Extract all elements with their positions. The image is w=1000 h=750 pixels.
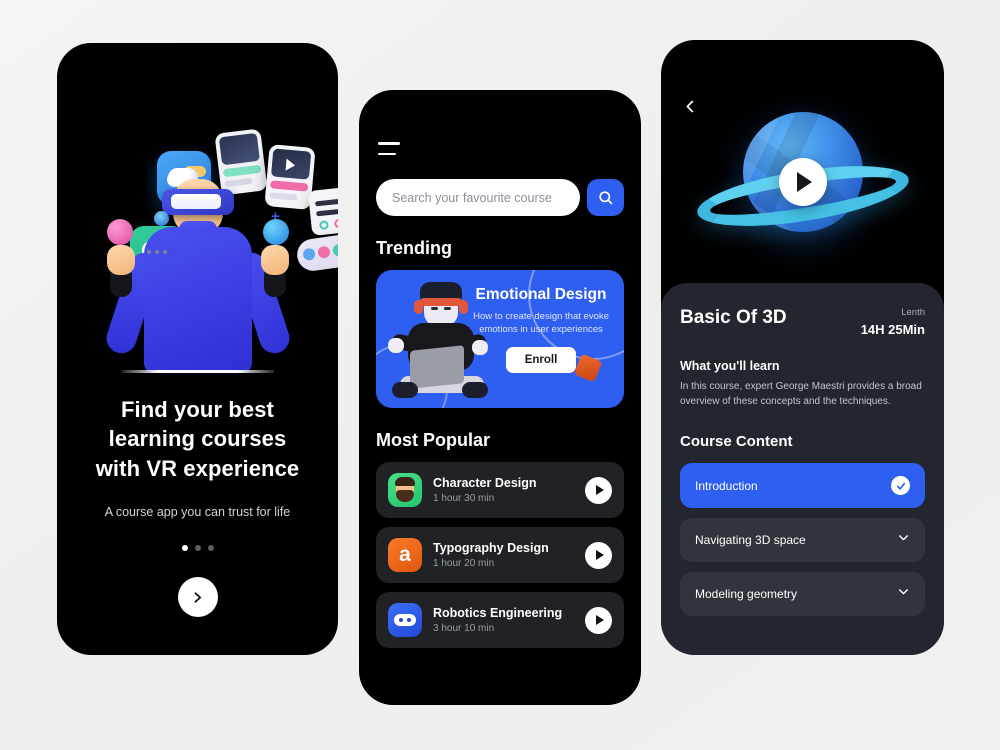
chevron-down-icon bbox=[897, 585, 910, 603]
vr-person-illustration bbox=[78, 173, 318, 373]
vr-headset-side bbox=[153, 211, 169, 226]
phone-home: Trending Emotional Design How to create … bbox=[359, 90, 641, 705]
course-duration: 3 hour 10 min bbox=[433, 623, 495, 634]
controller-ball-left-icon bbox=[106, 219, 133, 245]
vr-illustration: + + + bbox=[57, 43, 338, 373]
length-value: 14H 25Min bbox=[860, 322, 925, 337]
course-duration: 1 hour 30 min bbox=[433, 493, 495, 504]
lesson-item-modeling-geometry[interactable]: Modeling geometry bbox=[680, 572, 925, 616]
enroll-button[interactable]: Enroll bbox=[505, 346, 577, 373]
chevron-right-icon bbox=[194, 592, 202, 603]
search-button[interactable] bbox=[587, 179, 624, 216]
play-icon bbox=[595, 615, 604, 625]
course-media[interactable] bbox=[661, 40, 944, 280]
check-circle-icon bbox=[891, 476, 910, 495]
chevron-down-icon bbox=[897, 531, 910, 549]
lesson-label: Modeling geometry bbox=[695, 587, 798, 601]
hand-right bbox=[260, 245, 289, 275]
play-icon bbox=[797, 172, 812, 192]
course-title: Typography Design bbox=[433, 541, 549, 555]
most-popular-list: Character Design 1 hour 30 min Typograph… bbox=[376, 462, 624, 648]
most-popular-heading: Most Popular bbox=[376, 430, 491, 450]
menu-icon[interactable] bbox=[378, 142, 400, 155]
search-input-wrap[interactable] bbox=[376, 179, 580, 216]
list-item[interactable]: Character Design 1 hour 30 min bbox=[376, 462, 624, 518]
course-title: Character Design bbox=[433, 476, 537, 490]
lesson-item-navigating-3d-space[interactable]: Navigating 3D space bbox=[680, 518, 925, 562]
learn-description: In this course, expert George Maestri pr… bbox=[680, 381, 922, 407]
trending-card-title: Emotional Design bbox=[475, 286, 607, 303]
back-button[interactable] bbox=[680, 96, 700, 116]
play-button[interactable] bbox=[585, 606, 612, 634]
search-row bbox=[376, 179, 624, 216]
vr-headset-icon bbox=[161, 189, 234, 215]
search-icon bbox=[599, 191, 613, 205]
lesson-label: Navigating 3D space bbox=[695, 533, 806, 547]
list-item[interactable]: Typography Design 1 hour 20 min bbox=[376, 527, 624, 583]
list-item[interactable]: Robotics Engineering 3 hour 10 min bbox=[376, 592, 624, 648]
title-line-3: with VR experience bbox=[95, 455, 300, 481]
next-button[interactable] bbox=[177, 577, 218, 618]
course-title: Robotics Engineering bbox=[433, 606, 563, 620]
title-line-1: Find your best bbox=[121, 397, 274, 422]
phone-onboarding: + + + Find your best learn bbox=[57, 43, 338, 655]
course-title: Basic Of 3D bbox=[680, 307, 787, 328]
chevron-left-icon bbox=[686, 100, 693, 112]
pagination-dot-2[interactable] bbox=[194, 545, 201, 552]
trending-card-description: How to create design that evoke emotions… bbox=[473, 311, 609, 336]
search-input[interactable] bbox=[392, 190, 564, 205]
course-duration: 1 hour 20 min bbox=[433, 558, 495, 569]
pagination-dots[interactable] bbox=[57, 545, 338, 552]
play-icon bbox=[595, 485, 604, 495]
play-button[interactable] bbox=[585, 476, 612, 504]
divider-line bbox=[121, 370, 274, 373]
lesson-item-introduction[interactable]: Introduction bbox=[680, 463, 925, 508]
torso bbox=[143, 227, 252, 373]
play-icon bbox=[595, 550, 604, 560]
learn-heading: What you'll learn bbox=[680, 359, 780, 373]
lesson-list: Introduction Navigating 3D space Modelin… bbox=[680, 463, 925, 616]
pagination-dot-3[interactable] bbox=[207, 545, 214, 552]
play-button[interactable] bbox=[585, 541, 612, 569]
robot-icon bbox=[388, 603, 422, 637]
avatar-icon bbox=[388, 473, 422, 507]
length-label: Lenth bbox=[901, 307, 925, 318]
trending-heading: Trending bbox=[376, 238, 452, 258]
title-line-2: learning courses bbox=[108, 426, 287, 452]
course-detail-card: Basic Of 3D Lenth 14H 25Min What you'll … bbox=[661, 283, 944, 655]
lesson-label: Introduction bbox=[695, 478, 758, 493]
hand-left bbox=[106, 245, 135, 275]
typography-icon bbox=[388, 538, 422, 572]
pagination-dot-1[interactable] bbox=[181, 545, 188, 552]
phone-course-detail: Basic Of 3D Lenth 14H 25Min What you'll … bbox=[661, 40, 944, 655]
controller-ball-right-icon bbox=[262, 219, 289, 245]
onboarding-title: Find your best learning courses with VR … bbox=[57, 395, 338, 483]
trending-card[interactable]: Emotional Design How to create design th… bbox=[376, 270, 624, 408]
course-content-heading: Course Content bbox=[680, 433, 793, 450]
onboarding-subtitle: A course app you can trust for life bbox=[104, 505, 291, 520]
play-button[interactable] bbox=[778, 158, 827, 206]
